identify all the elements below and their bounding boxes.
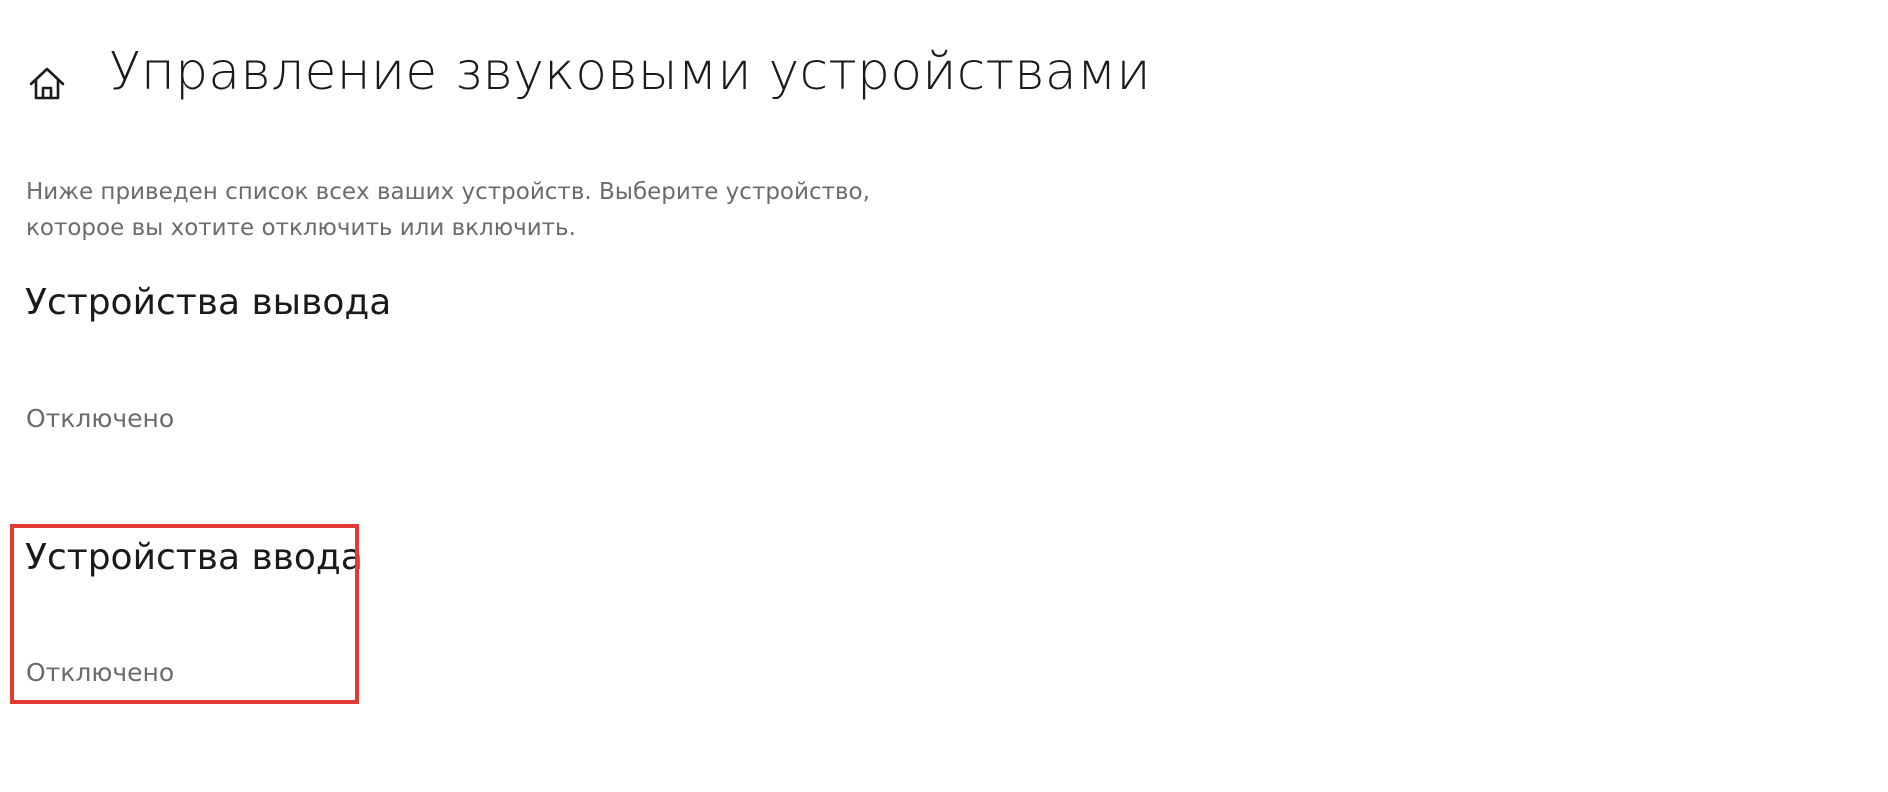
description-line-1: Ниже приведен список всех ваших устройст…	[26, 179, 870, 205]
home-icon[interactable]	[27, 64, 67, 104]
highlight-box	[10, 524, 359, 704]
settings-page: Управление звуковыми устройствами Ниже п…	[0, 0, 1888, 792]
home-icon-glyph	[29, 67, 65, 100]
page-description: Ниже приведен список всех ваших устройст…	[26, 174, 946, 246]
output-devices-status: Отключено	[26, 404, 175, 433]
description-line-2: которое вы хотите отключить или включить…	[26, 215, 576, 241]
page-title: Управление звуковыми устройствами	[109, 42, 1151, 102]
output-devices-heading: Устройства вывода	[25, 282, 392, 323]
